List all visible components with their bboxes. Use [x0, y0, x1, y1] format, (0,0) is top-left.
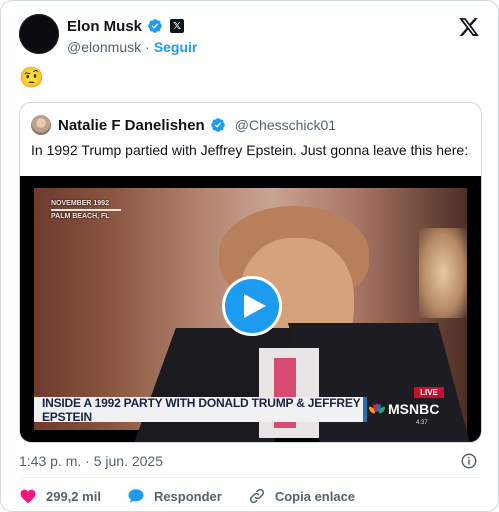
- author-name-row: Elon Musk 𝕏: [67, 16, 185, 36]
- play-button[interactable]: [222, 276, 282, 336]
- heart-icon: [20, 489, 36, 504]
- video-clock: 4:37: [416, 420, 428, 426]
- play-icon: [243, 294, 266, 318]
- quoted-author-name[interactable]: Natalie F Danelishen: [58, 117, 205, 134]
- tweet-emoji: 🤨: [19, 67, 44, 89]
- reply-label: Responder: [153, 488, 222, 504]
- verified-badge-icon: [210, 118, 225, 132]
- quoted-name-row: Natalie F Danelishen @Chesschick01: [58, 115, 336, 135]
- tweet-timestamp[interactable]: 1:43 p. m. · 5 jun. 2025: [19, 453, 163, 469]
- reply-button[interactable]: Responder: [127, 487, 222, 505]
- like-button[interactable]: 299,2 mil: [19, 487, 101, 505]
- copy-link-button[interactable]: Copia enlace: [248, 487, 355, 505]
- quoted-avatar[interactable]: [31, 115, 51, 135]
- x-logo-icon[interactable]: [458, 16, 480, 38]
- video-date-line2: PALM BEACH, FL: [51, 213, 110, 220]
- likes-count: 299,2 mil: [46, 488, 101, 504]
- peacock-icon: [369, 403, 385, 414]
- action-bar: 299,2 mil Responder Copia enlace: [19, 485, 381, 507]
- author-handle[interactable]: @elonmusk: [67, 39, 141, 55]
- follow-button[interactable]: Seguir: [154, 39, 198, 55]
- video-date-line1: NOVEMBER 1992: [51, 200, 109, 207]
- link-icon: [249, 488, 264, 504]
- reply-bubble-icon: [128, 489, 144, 503]
- video-lower-third: INSIDE A 1992 PARTY WITH DONALD TRUMP & …: [34, 396, 367, 424]
- x-affiliate-badge-icon: 𝕏: [170, 19, 185, 33]
- author-handle-row: @elonmusk · Seguir: [67, 39, 197, 55]
- video-date-tag: NOVEMBER 1992 PALM BEACH, FL: [51, 199, 121, 221]
- quoted-tweet[interactable]: Natalie F Danelishen @Chesschick01 In 19…: [19, 102, 482, 443]
- author-name[interactable]: Elon Musk: [67, 18, 142, 35]
- separator-dot: ·: [145, 39, 150, 55]
- info-icon[interactable]: [460, 452, 478, 470]
- network-name: MSNBC: [388, 401, 440, 417]
- quoted-author-handle[interactable]: @Chesschick01: [235, 117, 336, 133]
- avatar[interactable]: [19, 14, 59, 54]
- live-badge: LIVE: [414, 387, 444, 398]
- divider: [19, 477, 480, 478]
- video-player[interactable]: NOVEMBER 1992 PALM BEACH, FL INSIDE A 19…: [20, 176, 481, 442]
- copy-link-label: Copia enlace: [274, 488, 356, 504]
- verified-badge-icon: [148, 19, 162, 33]
- tweet-card: Elon Musk 𝕏 @elonmusk · Seguir 🤨 Natalie…: [0, 0, 499, 512]
- network-logo: MSNBC: [369, 399, 451, 419]
- quoted-tweet-text: In 1992 Trump partied with Jeffrey Epste…: [31, 142, 469, 158]
